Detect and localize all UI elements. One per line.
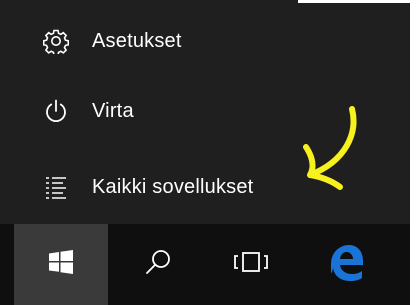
- settings-menu-item[interactable]: Asetukset: [0, 6, 410, 76]
- search-button[interactable]: [118, 224, 198, 305]
- power-menu-item[interactable]: Virta: [0, 76, 410, 146]
- all-apps-menu-item[interactable]: Kaikki sovellukset: [0, 152, 410, 222]
- all-apps-label: Kaikki sovellukset: [92, 175, 254, 198]
- start-button[interactable]: [14, 224, 108, 305]
- windows-logo-icon: [48, 249, 74, 280]
- screenshot-crop-edge: [298, 0, 410, 3]
- search-icon: [143, 247, 173, 282]
- gear-icon: [41, 26, 71, 56]
- start-menu-window: Asetukset Virta Kaikki sovellukset: [0, 0, 410, 305]
- settings-label: Asetukset: [92, 29, 182, 52]
- window-edge: [410, 0, 418, 305]
- power-label: Virta: [92, 99, 134, 122]
- edge-browser-icon: [326, 242, 366, 287]
- power-icon: [41, 96, 71, 126]
- edge-browser-button[interactable]: [306, 224, 386, 305]
- task-view-icon: [233, 249, 269, 280]
- taskbar: [0, 224, 410, 305]
- all-apps-list-icon: [41, 172, 71, 202]
- task-view-button[interactable]: [211, 224, 291, 305]
